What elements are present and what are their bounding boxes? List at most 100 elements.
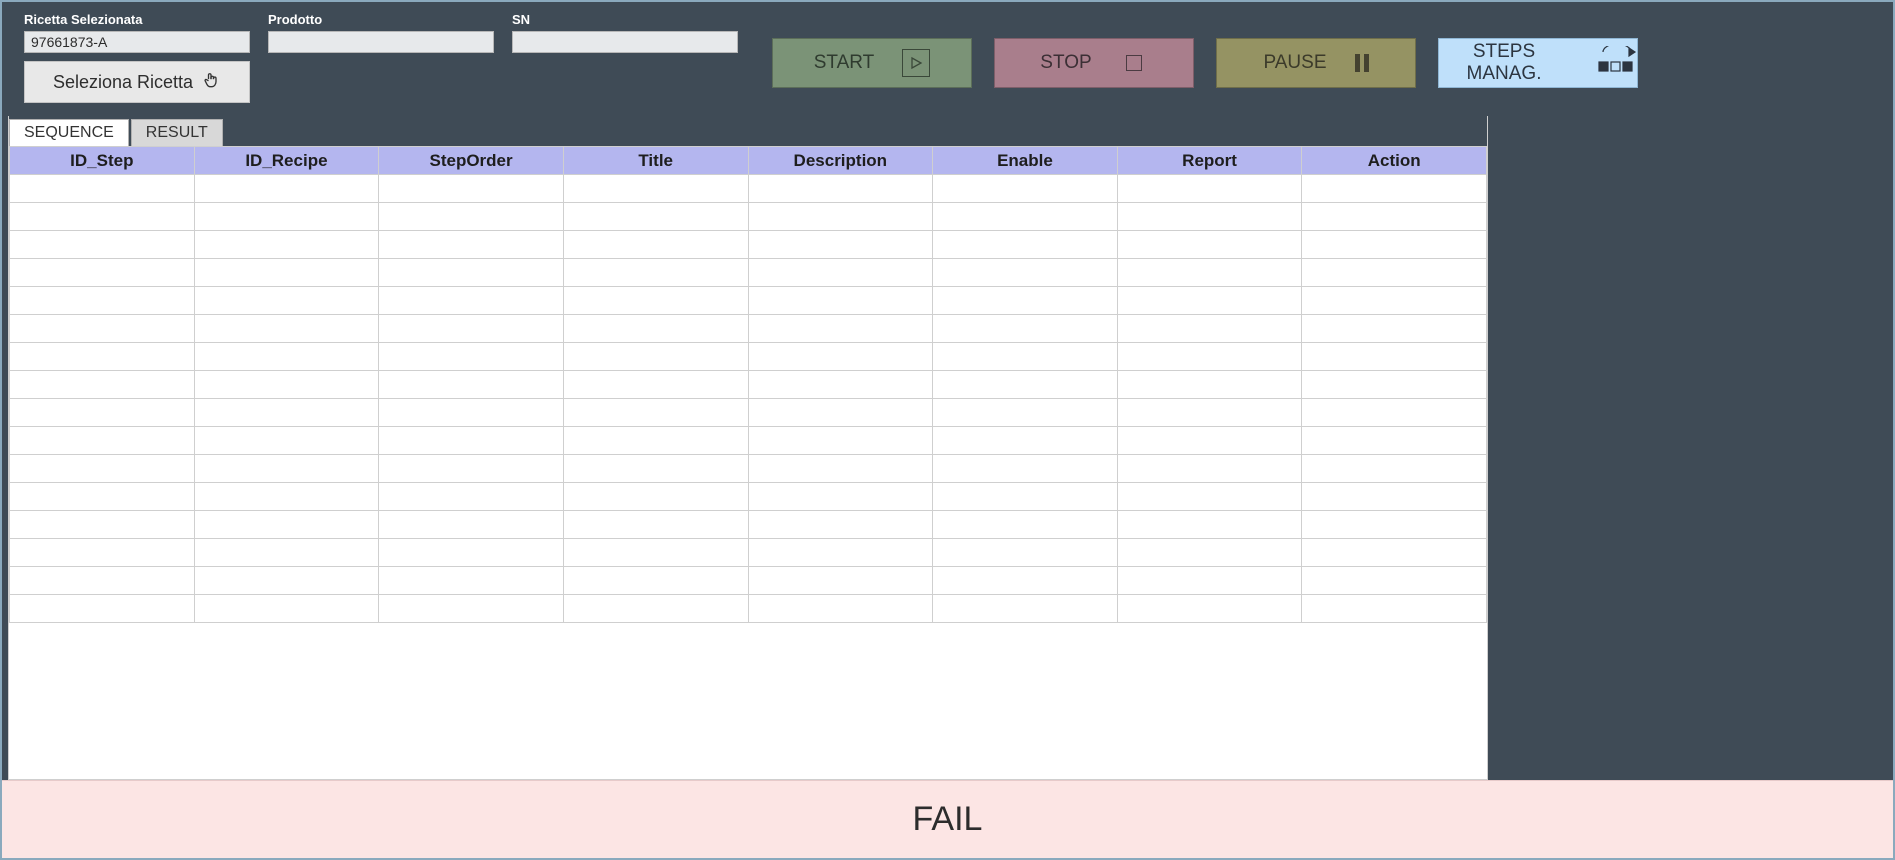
table-cell[interactable] [194, 371, 379, 399]
table-row[interactable] [10, 259, 1487, 287]
table-cell[interactable] [933, 483, 1118, 511]
table-cell[interactable] [1117, 483, 1302, 511]
table-cell[interactable] [748, 343, 933, 371]
table-cell[interactable] [1302, 259, 1487, 287]
table-cell[interactable] [563, 371, 748, 399]
table-cell[interactable] [933, 259, 1118, 287]
table-cell[interactable] [194, 231, 379, 259]
table-cell[interactable] [379, 427, 564, 455]
table-cell[interactable] [10, 567, 195, 595]
table-cell[interactable] [1302, 315, 1487, 343]
table-cell[interactable] [748, 567, 933, 595]
table-cell[interactable] [1302, 567, 1487, 595]
table-cell[interactable] [379, 539, 564, 567]
table-row[interactable] [10, 567, 1487, 595]
table-cell[interactable] [1302, 539, 1487, 567]
table-cell[interactable] [10, 203, 195, 231]
table-cell[interactable] [563, 203, 748, 231]
start-button[interactable]: START [772, 38, 972, 88]
table-cell[interactable] [1117, 427, 1302, 455]
col-title[interactable]: Title [563, 147, 748, 175]
table-row[interactable] [10, 287, 1487, 315]
table-row[interactable] [10, 203, 1487, 231]
table-cell[interactable] [748, 455, 933, 483]
select-recipe-button[interactable]: Seleziona Ricetta [24, 61, 250, 103]
table-row[interactable] [10, 231, 1487, 259]
table-cell[interactable] [1302, 483, 1487, 511]
table-cell[interactable] [563, 539, 748, 567]
table-row[interactable] [10, 399, 1487, 427]
table-row[interactable] [10, 427, 1487, 455]
table-cell[interactable] [748, 315, 933, 343]
table-cell[interactable] [1117, 455, 1302, 483]
table-cell[interactable] [563, 175, 748, 203]
table-cell[interactable] [563, 231, 748, 259]
table-cell[interactable] [194, 203, 379, 231]
recipe-input[interactable] [24, 31, 250, 53]
table-cell[interactable] [933, 539, 1118, 567]
table-cell[interactable] [1302, 231, 1487, 259]
sequence-grid[interactable]: ID_Step ID_Recipe StepOrder Title Descri… [9, 146, 1487, 779]
table-cell[interactable] [563, 595, 748, 623]
table-cell[interactable] [933, 567, 1118, 595]
col-description[interactable]: Description [748, 147, 933, 175]
table-cell[interactable] [10, 595, 195, 623]
table-cell[interactable] [563, 315, 748, 343]
table-cell[interactable] [379, 203, 564, 231]
table-cell[interactable] [933, 371, 1118, 399]
table-cell[interactable] [1302, 175, 1487, 203]
table-cell[interactable] [748, 427, 933, 455]
table-cell[interactable] [563, 511, 748, 539]
table-cell[interactable] [194, 287, 379, 315]
table-cell[interactable] [379, 231, 564, 259]
table-cell[interactable] [933, 175, 1118, 203]
table-cell[interactable] [748, 259, 933, 287]
table-cell[interactable] [1117, 595, 1302, 623]
steps-management-button[interactable]: STEPS MANAG. [1438, 38, 1638, 88]
table-cell[interactable] [563, 455, 748, 483]
table-cell[interactable] [1302, 203, 1487, 231]
table-row[interactable] [10, 511, 1487, 539]
table-cell[interactable] [379, 483, 564, 511]
table-cell[interactable] [748, 231, 933, 259]
table-cell[interactable] [933, 287, 1118, 315]
table-cell[interactable] [1302, 595, 1487, 623]
table-cell[interactable] [933, 511, 1118, 539]
table-cell[interactable] [194, 595, 379, 623]
table-cell[interactable] [748, 203, 933, 231]
table-row[interactable] [10, 455, 1487, 483]
table-cell[interactable] [1117, 567, 1302, 595]
table-cell[interactable] [563, 567, 748, 595]
table-cell[interactable] [1117, 399, 1302, 427]
table-cell[interactable] [1117, 287, 1302, 315]
col-report[interactable]: Report [1117, 147, 1302, 175]
table-cell[interactable] [379, 259, 564, 287]
table-cell[interactable] [748, 539, 933, 567]
table-cell[interactable] [748, 399, 933, 427]
table-cell[interactable] [379, 287, 564, 315]
col-action[interactable]: Action [1302, 147, 1487, 175]
table-cell[interactable] [1302, 511, 1487, 539]
table-cell[interactable] [379, 343, 564, 371]
table-cell[interactable] [194, 343, 379, 371]
table-cell[interactable] [1117, 203, 1302, 231]
table-cell[interactable] [10, 427, 195, 455]
table-cell[interactable] [1302, 427, 1487, 455]
table-cell[interactable] [748, 595, 933, 623]
table-cell[interactable] [194, 427, 379, 455]
table-cell[interactable] [10, 371, 195, 399]
table-row[interactable] [10, 371, 1487, 399]
table-cell[interactable] [563, 427, 748, 455]
table-row[interactable] [10, 175, 1487, 203]
table-cell[interactable] [194, 455, 379, 483]
col-enable[interactable]: Enable [933, 147, 1118, 175]
table-cell[interactable] [379, 399, 564, 427]
table-cell[interactable] [748, 483, 933, 511]
table-cell[interactable] [563, 343, 748, 371]
table-cell[interactable] [933, 343, 1118, 371]
col-idstep[interactable]: ID_Step [10, 147, 195, 175]
table-cell[interactable] [379, 371, 564, 399]
table-cell[interactable] [1117, 539, 1302, 567]
tab-sequence[interactable]: SEQUENCE [9, 119, 129, 146]
table-cell[interactable] [194, 259, 379, 287]
